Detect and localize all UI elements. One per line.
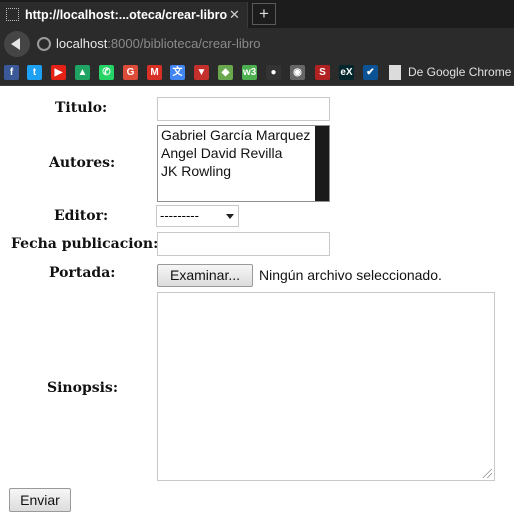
edx-icon[interactable]: eX [339, 65, 354, 80]
page-info-icon[interactable] [37, 37, 51, 51]
gmail-icon[interactable]: M [147, 65, 162, 80]
autores-label: Autores: [49, 155, 116, 171]
sinopsis-textarea[interactable] [157, 292, 495, 481]
editor-selected-value: --------- [160, 208, 199, 223]
facebook-icon[interactable]: f [4, 65, 19, 80]
tab-bar: http://localhost:...oteca/crear-libro ✕ … [0, 0, 514, 28]
fecha-publicacion-input[interactable] [157, 232, 330, 256]
w3-icon[interactable]: w3 [242, 65, 257, 80]
tab-crear-libro[interactable]: http://localhost:...oteca/crear-libro ✕ [0, 2, 248, 28]
google-plus-icon[interactable]: G [123, 65, 138, 80]
s-icon[interactable]: S [315, 65, 330, 80]
browser-toolbar: localhost:8000/biblioteca/crear-libro [0, 28, 514, 60]
whatsapp-icon[interactable]: ✆ [99, 65, 114, 80]
autores-option[interactable]: Angel David Revilla [158, 144, 329, 162]
bookmark-folder-label[interactable]: De Google Chrome [408, 65, 511, 80]
titulo-label: Titulo: [55, 100, 108, 116]
portada-label: Portada: [49, 265, 116, 281]
editor-label: Editor: [54, 208, 109, 224]
address-bar[interactable]: localhost:8000/biblioteca/crear-libro [34, 31, 514, 57]
new-tab-button[interactable]: + [252, 3, 276, 25]
back-button[interactable] [4, 31, 30, 57]
autores-option[interactable]: Gabriel García Marquez [158, 126, 329, 144]
check-icon[interactable]: ✔ [363, 65, 378, 80]
enviar-button[interactable]: Enviar [9, 488, 71, 512]
autores-select[interactable]: Gabriel García Marquez Angel David Revil… [157, 125, 330, 202]
titulo-input[interactable] [157, 97, 330, 121]
bookmarks-bar: f t ▶ ▲ ✆ G M 文 ▼ ◆ w3 ● ◉ SeX ✔ De Google Chrome [0, 60, 514, 86]
google-drive-icon[interactable]: ▲ [75, 65, 90, 80]
chevron-down-icon [226, 214, 234, 219]
tab-close-icon[interactable]: ✕ [229, 2, 240, 28]
bookmark-red-icon[interactable]: ▼ [194, 65, 209, 80]
youtube-icon[interactable]: ▶ [51, 65, 66, 80]
url-text: localhost:8000/biblioteca/crear-libro [56, 36, 261, 51]
examinar-button[interactable]: Examinar... [157, 264, 253, 287]
autores-option[interactable]: JK Rowling [158, 162, 329, 180]
github-icon[interactable]: ● [266, 65, 281, 80]
fecha-publicacion-label: Fecha publicacion: [11, 236, 159, 252]
tab-title: http://localhost:...oteca/crear-libro [25, 8, 228, 22]
file-status-text: Ningún archivo seleccionado. [259, 267, 442, 283]
avatar-icon[interactable]: ◉ [290, 65, 305, 80]
editor-select[interactable]: --------- [156, 205, 239, 227]
sinopsis-label: Sinopsis: [47, 380, 118, 396]
google-translate-icon[interactable]: 文 [170, 65, 185, 80]
game-icon[interactable]: ◆ [218, 65, 233, 80]
page-icon [389, 65, 401, 80]
page-favicon-icon [6, 8, 19, 21]
twitter-icon[interactable]: t [27, 65, 42, 80]
resize-handle-icon[interactable] [483, 469, 492, 478]
listbox-scrollbar[interactable] [315, 126, 329, 201]
